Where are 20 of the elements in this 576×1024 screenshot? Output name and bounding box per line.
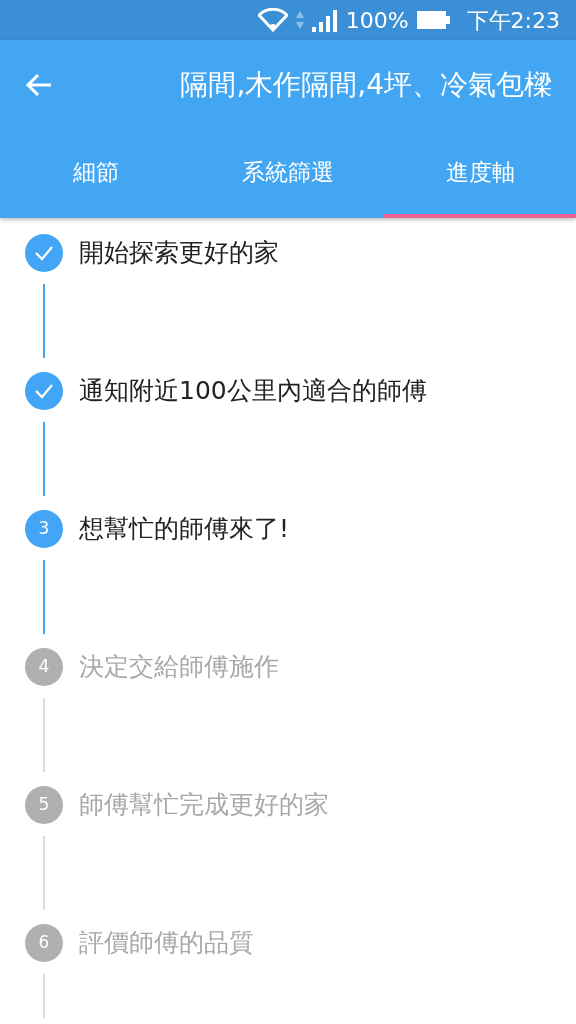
- step-label: 想幫忙的師傅來了!: [79, 513, 290, 546]
- step-number: 5: [25, 786, 63, 824]
- step-label: 評價師傅的品質: [79, 927, 254, 960]
- page-title: 隔間,木作隔間,4坪、冷氣包樑: [180, 67, 552, 103]
- signal-icon: [311, 8, 338, 32]
- tab[interactable]: 進度軸: [384, 130, 576, 218]
- step-number: 3: [25, 510, 63, 548]
- step-label: 開始探索更好的家: [79, 237, 279, 270]
- tab[interactable]: 細節: [0, 130, 192, 218]
- step-label: 通知附近100公里內適合的師傅: [79, 375, 427, 408]
- step-label: 師傅幫忙完成更好的家: [79, 789, 329, 822]
- step-label: 決定交給師傅施作: [79, 651, 279, 684]
- battery-percent: 100%: [345, 6, 409, 35]
- step-number: 6: [25, 924, 63, 962]
- wifi-icon: [257, 8, 288, 32]
- data-arrows-icon: [295, 9, 304, 31]
- step-number: 4: [25, 648, 63, 686]
- tab[interactable]: 系統篩選: [192, 130, 384, 218]
- battery-icon: [416, 10, 451, 30]
- clock: 下午2:23: [466, 6, 560, 35]
